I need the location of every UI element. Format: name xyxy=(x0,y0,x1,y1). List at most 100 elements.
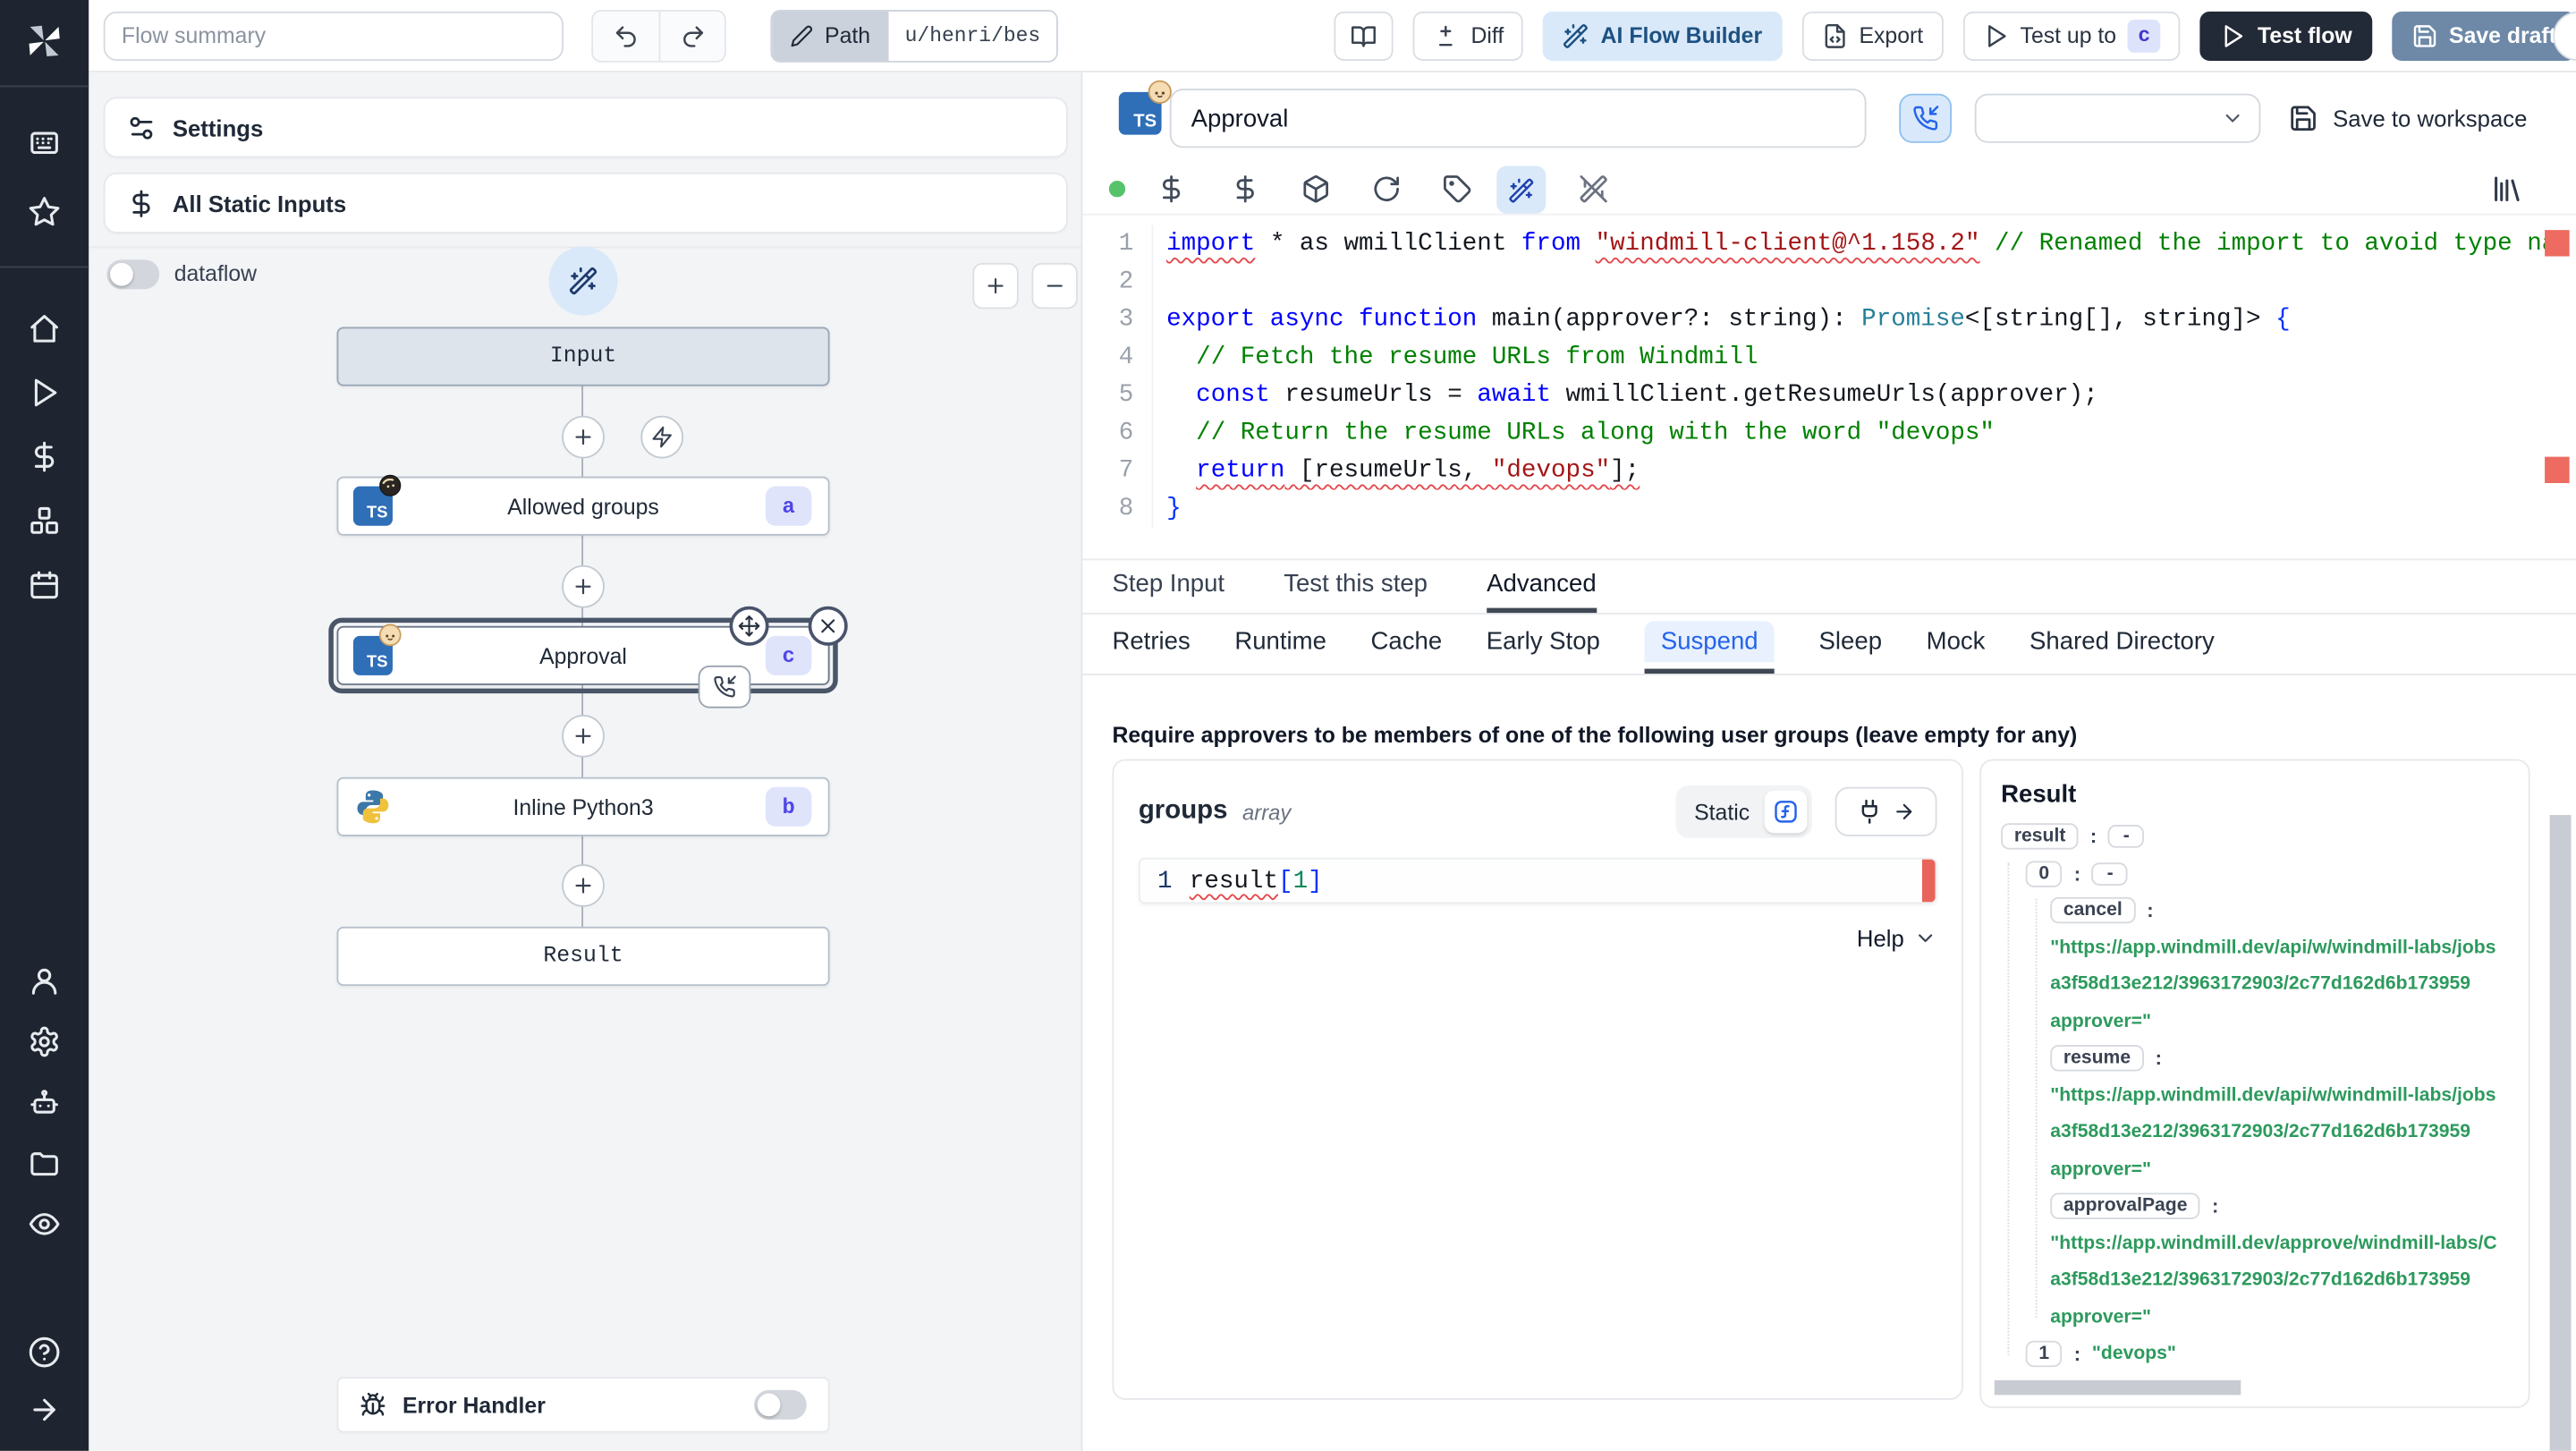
save-to-workspace-button[interactable]: Save to workspace xyxy=(2289,94,2527,143)
refresh-icon[interactable] xyxy=(1372,174,1402,204)
add-trigger-button[interactable] xyxy=(640,415,684,459)
zoom-in-button[interactable] xyxy=(972,262,1019,310)
connect-input-button[interactable] xyxy=(1835,786,1937,836)
error-overview-mark xyxy=(2545,456,2570,483)
result-tree-row: approver=" xyxy=(2001,1003,2509,1039)
input-node[interactable]: Input xyxy=(336,327,830,386)
docs-button[interactable] xyxy=(1335,10,1394,61)
step-node-allowed-groups[interactable]: TS Allowed groups a xyxy=(336,474,830,536)
dataflow-toggle[interactable] xyxy=(106,259,160,290)
eye-icon[interactable] xyxy=(28,1208,61,1241)
ai-assistant-button[interactable] xyxy=(1496,165,1546,214)
result-tree-row: 0:- xyxy=(2001,855,2509,892)
arrow-right-icon[interactable] xyxy=(28,1394,61,1427)
tab-step-input[interactable]: Step Input xyxy=(1112,560,1224,613)
library-icon[interactable] xyxy=(2490,173,2523,206)
zoom-out-button[interactable] xyxy=(1031,262,1078,310)
all-static-inputs-row[interactable]: All Static Inputs xyxy=(103,172,1068,233)
dollar-icon[interactable] xyxy=(1231,174,1260,204)
collapse-button[interactable]: - xyxy=(2091,861,2129,886)
package-icon[interactable] xyxy=(1301,174,1331,204)
result-string-value: a3f58d13e212/3963172903/2c77d162d6b17395… xyxy=(2050,1122,2471,1142)
test-up-to-button[interactable]: Test up to c xyxy=(1962,10,2181,61)
star-icon[interactable] xyxy=(28,196,61,229)
result-tree-row: cancel: xyxy=(2001,892,2509,929)
undo-icon xyxy=(613,22,639,48)
folder-icon[interactable] xyxy=(28,1147,61,1180)
editor-toolbar xyxy=(1082,165,2576,216)
add-step-button[interactable] xyxy=(562,564,605,608)
subtab-suspend[interactable]: Suspend xyxy=(1644,615,1775,675)
gear-icon[interactable] xyxy=(28,1025,61,1058)
add-step-button[interactable] xyxy=(562,714,605,758)
play-icon[interactable] xyxy=(28,377,61,410)
cubes-icon[interactable] xyxy=(28,505,61,538)
delete-node-button[interactable] xyxy=(808,606,848,646)
wand-icon xyxy=(1508,176,1534,202)
apps-icon[interactable] xyxy=(28,126,61,159)
code-line: 3 export async function main(approver?: s… xyxy=(1082,301,2576,339)
arrow-right-icon xyxy=(1893,800,1916,823)
subtab-runtime[interactable]: Runtime xyxy=(1234,615,1326,674)
subtab-shared-directory[interactable]: Shared Directory xyxy=(2029,615,2215,674)
add-step-button[interactable] xyxy=(562,415,605,459)
rail-divider xyxy=(0,266,89,268)
left-rail xyxy=(0,0,89,1451)
code-lines: 1 import * as wmillClient from "windmill-… xyxy=(1082,225,2576,528)
calendar-icon[interactable] xyxy=(28,569,61,602)
result-string-value: a3f58d13e212/3963172903/2c77d162d6b17395… xyxy=(2050,1270,2471,1291)
windmill-logo-icon[interactable] xyxy=(23,20,66,63)
flow-settings-row[interactable]: Settings xyxy=(103,97,1068,158)
tag-icon[interactable] xyxy=(1443,174,1472,204)
step-name-input[interactable] xyxy=(1169,89,1867,148)
dollar-icon[interactable] xyxy=(28,440,61,473)
horizontal-scrollbar[interactable] xyxy=(1994,1379,2241,1396)
error-handler-node[interactable]: Error Handler xyxy=(336,1377,830,1433)
result-node[interactable]: Result xyxy=(336,926,830,987)
test-flow-button[interactable]: Test flow xyxy=(2199,10,2372,61)
plus-icon xyxy=(572,725,595,748)
move-node-button[interactable] xyxy=(729,606,769,646)
subtab-cache[interactable]: Cache xyxy=(1371,615,1443,674)
home-icon[interactable] xyxy=(28,312,61,345)
diff-button[interactable]: Diff xyxy=(1413,10,1524,61)
diff-label: Diff xyxy=(1470,22,1504,48)
flow-summary-input[interactable] xyxy=(103,10,564,61)
save-draft-button[interactable]: Save draft xyxy=(2391,10,2576,61)
redo-button[interactable] xyxy=(658,10,724,61)
path-button[interactable]: Path u/henri/bes xyxy=(770,9,1059,62)
wand-off-icon[interactable] xyxy=(1579,174,1608,204)
add-step-button[interactable] xyxy=(562,864,605,907)
groups-expression-input[interactable]: 1 result[1] xyxy=(1138,857,1937,904)
subtab-mock[interactable]: Mock xyxy=(1927,615,1986,674)
ai-flow-builder-button[interactable]: AI Flow Builder xyxy=(1543,10,1783,61)
help-icon[interactable] xyxy=(28,1336,61,1369)
tab-advanced[interactable]: Advanced xyxy=(1487,560,1597,614)
static-label[interactable]: Static xyxy=(1694,800,1750,825)
subtab-sleep[interactable]: Sleep xyxy=(1819,615,1882,674)
subtab-retries[interactable]: Retries xyxy=(1112,615,1190,674)
close-icon xyxy=(817,615,840,638)
suspend-approval-indicator[interactable] xyxy=(698,665,751,709)
code-line: 1 import * as wmillClient from "windmill-… xyxy=(1082,225,2576,263)
vertical-scrollbar[interactable] xyxy=(2549,815,2572,1451)
export-button[interactable]: Export xyxy=(1801,10,1944,61)
error-overview-mark xyxy=(2545,230,2570,257)
ai-wand-button[interactable] xyxy=(548,246,618,316)
dollar-icon[interactable] xyxy=(1157,174,1186,204)
bot-icon[interactable] xyxy=(28,1086,61,1119)
undo-button[interactable] xyxy=(593,11,658,60)
wand-icon xyxy=(569,267,598,296)
subtab-early-stop[interactable]: Early Stop xyxy=(1487,615,1600,674)
step-id-badge: a xyxy=(765,486,812,526)
collapse-button[interactable]: - xyxy=(2108,825,2145,849)
javascript-expression-mode-button[interactable] xyxy=(1764,790,1808,834)
tab-test-this-step[interactable]: Test this step xyxy=(1284,560,1428,613)
code-editor[interactable]: 1 import * as wmillClient from "windmill-… xyxy=(1082,216,2576,561)
help-dropdown[interactable]: Help xyxy=(1139,925,1937,951)
user-icon[interactable] xyxy=(28,964,61,997)
suspend-phone-button[interactable] xyxy=(1899,93,1953,143)
error-handler-toggle[interactable] xyxy=(754,1389,807,1420)
script-version-select[interactable] xyxy=(1974,93,2261,143)
step-node-inline-python3[interactable]: Inline Python3 b xyxy=(336,776,830,836)
